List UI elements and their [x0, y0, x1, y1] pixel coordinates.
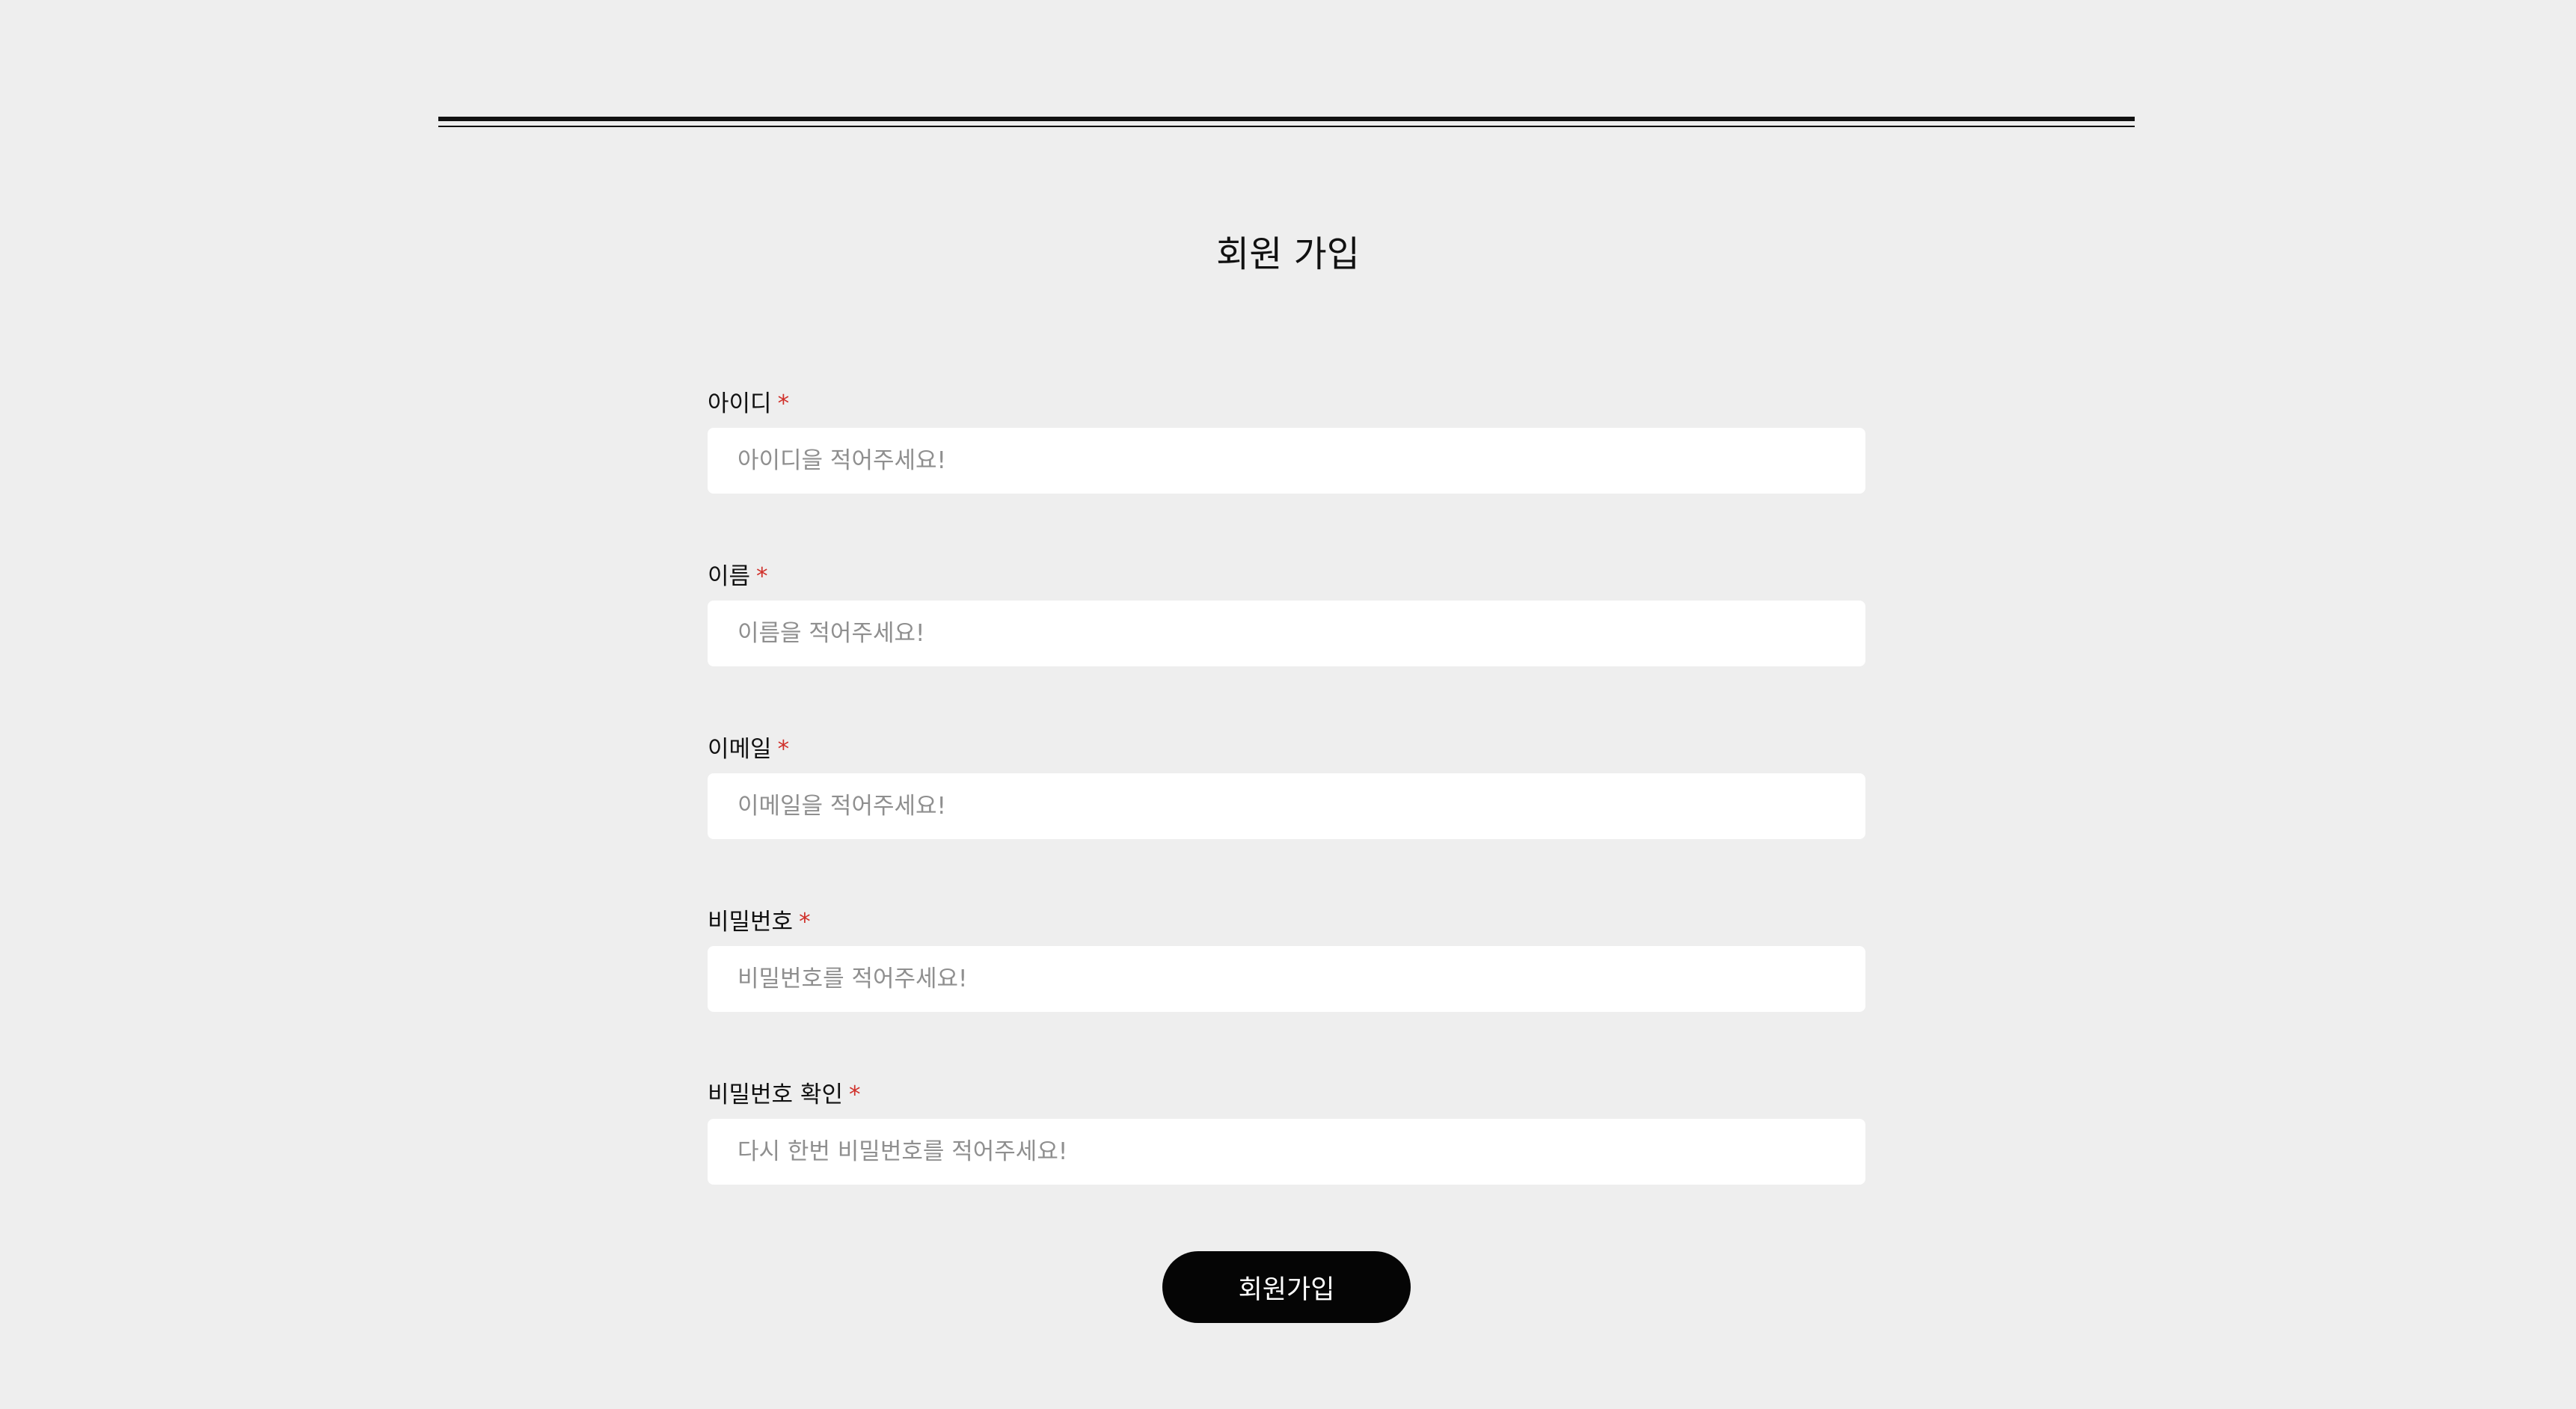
divider-thick-line — [438, 117, 2135, 121]
label-text: 비밀번호 — [708, 909, 794, 936]
email-input[interactable] — [708, 773, 1865, 839]
required-mark: * — [777, 736, 790, 763]
page-title: 회원 가입 — [1216, 233, 1360, 275]
clipped-header-text — [0, 0, 2576, 7]
label-text: 이메일 — [708, 736, 772, 763]
required-mark: * — [777, 390, 790, 417]
header-divider — [438, 117, 2135, 129]
password-confirm-input[interactable] — [708, 1119, 1865, 1185]
field-label-password-confirm: 비밀번호 확인 * — [708, 1078, 860, 1111]
label-text: 아이디 — [708, 390, 772, 417]
required-mark: * — [756, 563, 768, 590]
signup-submit-button[interactable]: 회원가입 — [1162, 1251, 1411, 1323]
field-label-name: 이름 * — [708, 560, 768, 593]
field-label-email: 이메일 * — [708, 733, 789, 766]
required-mark: * — [799, 909, 811, 936]
label-text: 이름 — [708, 563, 751, 590]
password-input[interactable] — [708, 946, 1865, 1012]
divider-thin-line — [438, 126, 2135, 127]
label-text: 비밀번호 확인 — [708, 1081, 843, 1108]
field-label-password: 비밀번호 * — [708, 906, 811, 939]
field-label-user-id: 아이디 * — [708, 387, 789, 420]
user-id-input[interactable] — [708, 428, 1865, 494]
required-mark: * — [848, 1081, 861, 1108]
name-input[interactable] — [708, 601, 1865, 666]
